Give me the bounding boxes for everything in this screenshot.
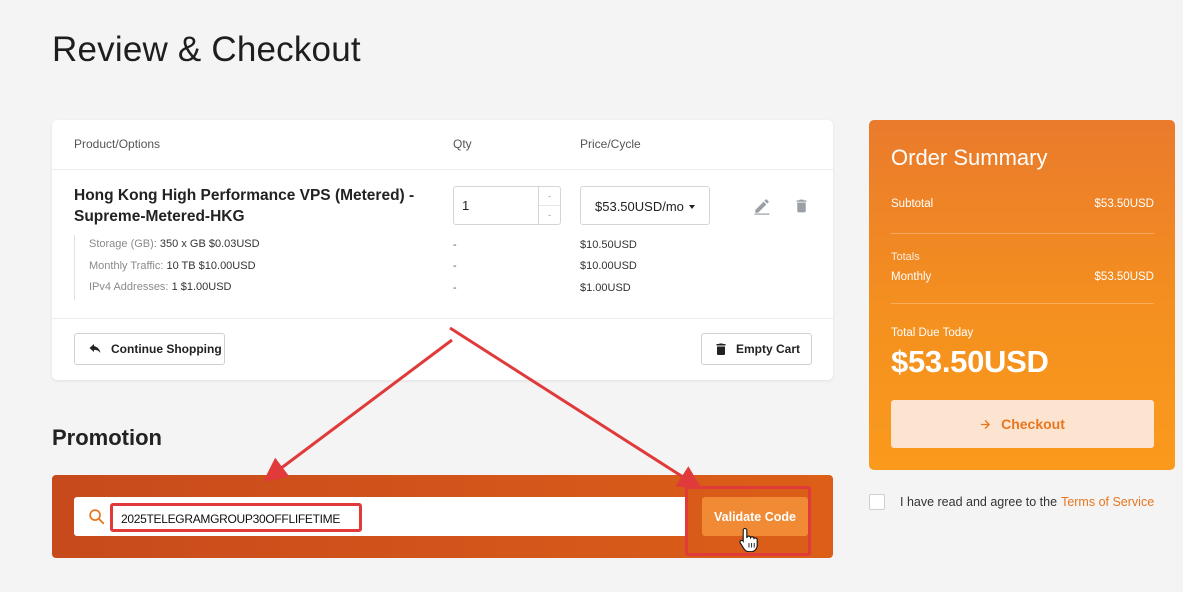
header-product: Product/Options [74,137,161,151]
billing-cycle-value: $53.50USD/mo [595,199,684,214]
trash-icon [716,343,726,355]
option-price: $10.00USD [580,260,637,272]
trash-icon[interactable] [793,197,810,215]
option-row: Storage (GB): 350 x GB $0.03USD [89,235,260,257]
header-price: Price/Cycle [580,137,641,151]
option-label: Storage (GB): [89,238,157,250]
arrow-right-icon [981,419,991,429]
subtotal-row: Subtotal $53.50USD [891,198,1154,210]
promotion-title: Promotion [52,425,162,450]
qty-decrement-button[interactable]: - [539,206,560,225]
search-icon [89,509,105,525]
option-price: $10.50USD [580,239,637,251]
total-due-value: $53.50USD [891,344,1049,379]
divider [891,233,1154,234]
qty-spinner[interactable]: - - [538,187,560,224]
option-label: IPv4 Addresses: [89,281,169,293]
cart-header: Product/Options Qty Price/Cycle [52,120,833,170]
promotion-bar: 2025TELEGRAMGROUP30OFFLIFETIME Validate … [52,475,833,558]
empty-cart-button[interactable]: Empty Cart [701,333,812,365]
empty-cart-label: Empty Cart [736,342,801,356]
promo-code-value[interactable]: 2025TELEGRAMGROUP30OFFLIFETIME [121,512,340,526]
option-value: 1 $1.00USD [171,281,232,293]
product-options: Storage (GB): 350 x GB $0.03USD Monthly … [74,235,260,300]
option-row: IPv4 Addresses: 1 $1.00USD [89,278,260,300]
caret-down-icon [689,205,695,209]
option-price: $1.00USD [580,282,631,294]
promo-code-input[interactable]: 2025TELEGRAMGROUP30OFFLIFETIME [74,497,688,536]
qty-value[interactable]: 1 [462,198,469,213]
option-qty: - [453,239,457,251]
option-qty: - [453,282,457,294]
terms-checkbox[interactable] [869,494,885,510]
divider [891,303,1154,304]
hand-cursor-icon [739,527,758,552]
option-qty: - [453,260,457,272]
promo-code-highlight: 2025TELEGRAMGROUP30OFFLIFETIME [110,503,362,532]
option-label: Monthly Traffic: [89,259,164,272]
edit-icon[interactable] [753,197,771,215]
billing-cycle-select[interactable]: $53.50USD/mo [580,186,710,225]
product-name: Hong Kong High Performance VPS (Metered)… [74,187,415,225]
continue-shopping-label: Continue Shopping [111,342,222,356]
divider [52,318,833,319]
subtotal-value: $53.50USD [1094,198,1154,210]
option-row: Monthly Traffic: 10 TB $10.00USD [89,257,260,279]
terms-text: I have read and agree to the [900,495,1058,509]
terms-agreement: I have read and agree to the Terms of Se… [869,494,1154,510]
qty-stepper[interactable]: 1 - - [453,186,561,225]
header-qty: Qty [453,137,472,151]
monthly-label: Monthly [891,271,932,283]
monthly-row: Monthly $53.50USD [891,271,1154,283]
total-due-label: Total Due Today [891,327,974,339]
monthly-value: $53.50USD [1094,271,1154,283]
order-summary: Order Summary Subtotal $53.50USD Totals … [869,120,1175,470]
reply-arrow-icon [89,343,101,353]
qty-increment-button[interactable]: - [539,187,560,206]
option-value: 10 TB $10.00USD [166,259,256,272]
continue-shopping-button[interactable]: Continue Shopping [74,333,225,365]
page-title: Review & Checkout [52,30,361,69]
checkout-button[interactable]: Checkout [891,400,1154,448]
order-summary-title: Order Summary [891,145,1048,170]
subtotal-label: Subtotal [891,198,934,210]
totals-label: Totals [891,251,920,263]
cart-card: Product/Options Qty Price/Cycle Hong Kon… [52,120,833,380]
option-value: 350 x GB $0.03USD [159,238,260,250]
checkout-label: Checkout [1001,416,1065,432]
terms-link[interactable]: Terms of Service [1061,495,1154,509]
